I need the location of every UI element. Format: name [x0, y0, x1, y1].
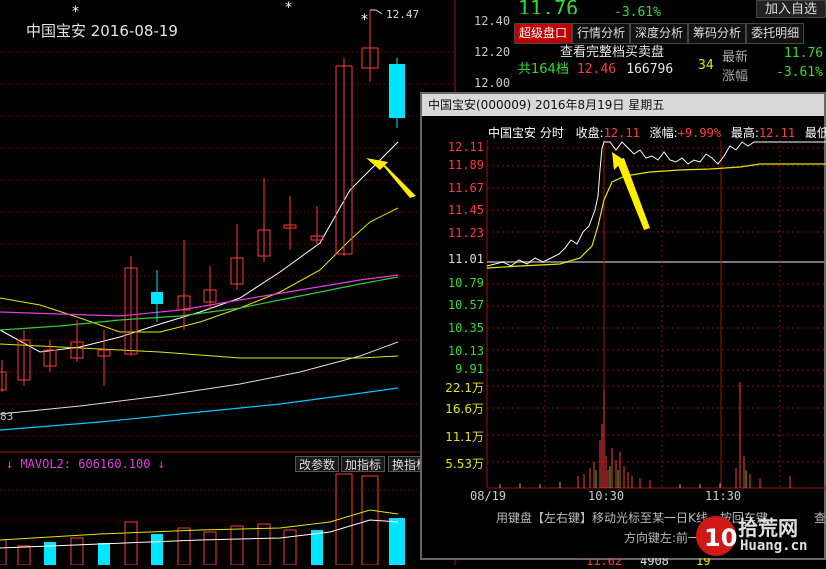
high-label: 最高: — [730, 126, 759, 140]
popup-price-tick: 11.67 — [447, 181, 484, 195]
watermark-domain: Huang.cn — [740, 538, 808, 554]
close-value: 12.11 — [603, 126, 640, 140]
popup-volume-tick: 16.6万 — [445, 402, 484, 416]
popup-price-tick: 10.79 — [447, 276, 484, 290]
popup-time-tick: 10:30 — [588, 489, 625, 503]
intraday-name: 中国宝安 分时 — [488, 126, 564, 140]
popup-price-tick: 11.01 — [447, 252, 484, 266]
chg-value: +9.99% — [677, 126, 722, 140]
popup-time-tick: 11:30 — [705, 489, 742, 503]
close-label: 收盘: — [575, 126, 604, 140]
popup-price-tick: 10.57 — [447, 298, 484, 312]
popup-price-tick: 11.23 — [447, 226, 484, 240]
popup-price-tick: 11.45 — [447, 203, 484, 217]
popup-price-tick: 11.89 — [447, 158, 484, 172]
intraday-chart[interactable] — [0, 0, 826, 565]
watermark-text: 拾荒网 — [738, 516, 798, 540]
svg-text:10: 10 — [704, 524, 737, 552]
intraday-volume-down — [595, 466, 747, 488]
popup-price-tick: 10.13 — [447, 344, 484, 358]
bottom-volume: 4908 — [640, 558, 669, 565]
high-value: 12.11 — [758, 126, 796, 140]
intraday-price-line — [486, 141, 826, 267]
low-label: 最低: — [804, 126, 826, 140]
popup-annotation-arrow — [612, 152, 650, 230]
popup-time-tick: 08/19 — [470, 489, 507, 503]
popup-price-tick: 9.91 — [455, 362, 484, 376]
bottom-price: 11.62 — [586, 558, 623, 565]
popup-price-tick: 12.11 — [447, 140, 484, 154]
intraday-header: 中国宝安 分时 收盘:12.11 涨幅:+9.99% 最高:12.11 最低: — [488, 124, 826, 141]
popup-volume-tick: 5.53万 — [445, 457, 484, 471]
intraday-average-line — [486, 163, 826, 269]
watermark-logo: 10 拾荒网 Huang.cn — [690, 508, 826, 565]
popup-volume-tick: 22.1万 — [445, 381, 484, 395]
popup-volume-tick: 11.1万 — [445, 430, 484, 444]
chg-label: 涨幅: — [649, 126, 678, 140]
popup-price-tick: 10.35 — [447, 321, 484, 335]
